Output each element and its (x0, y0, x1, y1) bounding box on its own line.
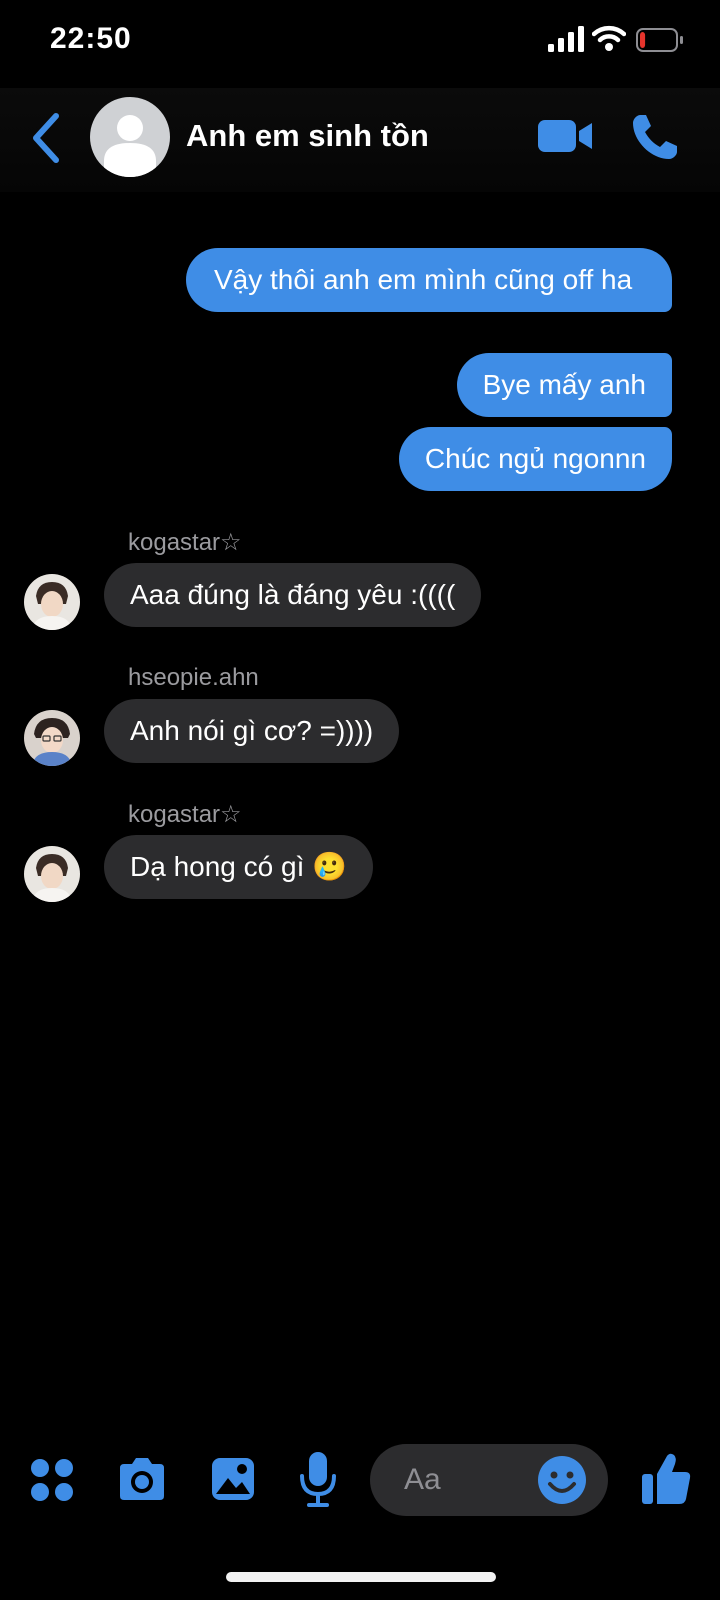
back-chevron-icon[interactable] (28, 110, 64, 166)
status-bar: 22:50 (0, 0, 720, 80)
thumbs-up-icon[interactable] (640, 1450, 692, 1506)
conversation-header: Anh em sinh tồn (0, 88, 720, 192)
battery-level-fill (640, 32, 646, 48)
message-composer: Aa (0, 1430, 720, 1530)
sender-name: kogastar☆ (128, 529, 242, 556)
outgoing-message[interactable]: Chúc ngủ ngonnn (398, 427, 672, 491)
profile-photo (24, 574, 80, 630)
camera-icon[interactable] (116, 1456, 168, 1502)
conversation-title[interactable]: Anh em sinh tồn (186, 118, 429, 154)
sender-name: kogastar☆ (128, 801, 242, 828)
outgoing-message[interactable]: Vậy thôi anh em mình cũng off ha (186, 248, 672, 312)
wifi-icon (592, 25, 626, 51)
profile-photo (24, 710, 80, 766)
phone-call-icon[interactable] (630, 112, 680, 162)
cellular-signal-icon (548, 26, 584, 52)
message-text: Dạ hong có gì (130, 851, 305, 882)
profile-photo (24, 846, 80, 902)
message-text: Anh nói gì cơ? =)))) (130, 715, 374, 746)
sender-avatar[interactable] (24, 710, 80, 766)
default-person-icon (104, 115, 156, 177)
incoming-message[interactable]: Aaa đúng là đáng yêu :(((( (104, 563, 482, 627)
home-indicator[interactable] (226, 1572, 496, 1582)
incoming-message[interactable]: Dạ hong có gì 🥲 (104, 835, 373, 899)
sender-name: hseopie.ahn (128, 664, 259, 691)
sender-avatar[interactable] (24, 846, 80, 902)
incoming-message[interactable]: Anh nói gì cơ? =)))) (104, 699, 400, 763)
message-content: Dạ hong có gì 🥲 (104, 835, 373, 899)
outgoing-message[interactable]: Bye mấy anh (456, 353, 672, 417)
crying-smile-emoji: 🥲 (312, 851, 347, 882)
battery-icon (636, 28, 683, 52)
message-input-placeholder: Aa (404, 1463, 441, 1496)
apps-icon[interactable] (30, 1458, 74, 1502)
sender-avatar[interactable] (24, 574, 80, 630)
status-time: 22:50 (50, 22, 132, 55)
message-input[interactable]: Aa (370, 1444, 608, 1516)
group-avatar[interactable] (90, 97, 170, 177)
video-call-icon[interactable] (536, 114, 594, 158)
message-text: Aaa đúng là đáng yêu :(((( (130, 579, 456, 610)
microphone-icon[interactable] (298, 1450, 338, 1508)
emoji-icon[interactable] (536, 1454, 588, 1506)
image-icon[interactable] (210, 1456, 256, 1502)
